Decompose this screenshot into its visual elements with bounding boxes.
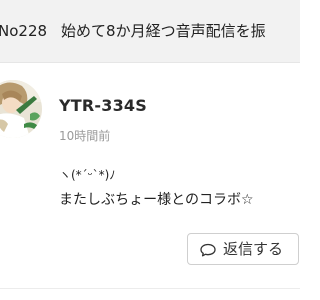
comment-text-line: ヽ(*´ᵕ`*)ﾉ — [59, 168, 116, 182]
divider — [0, 288, 300, 289]
comment-body: ヽ(*´ᵕ`*)ﾉ またしぶちょー様とのコラボ☆ — [59, 166, 299, 212]
episode-number: No228 — [0, 22, 48, 40]
episode-title: 始めて8か月経つ音声配信を振 — [61, 22, 266, 40]
avatar[interactable] — [0, 80, 42, 138]
comment-author[interactable]: YTR-334S — [59, 96, 147, 116]
speech-bubble-icon — [200, 242, 216, 257]
comment-text-line: またしぶちょー様とのコラボ☆ — [59, 192, 254, 208]
episode-heading: No228 始めて8か月経つ音声配信を振 — [0, 21, 266, 41]
comment-page: No228 始めて8か月経つ音声配信を振 YTR-334S 10時間前 ヽ(*´ᵕ — [0, 0, 300, 300]
reply-button[interactable]: 返信する — [187, 233, 299, 265]
reply-label: 返信する — [223, 240, 284, 258]
avatar-illustration-icon — [0, 80, 42, 138]
episode-header[interactable]: No228 始めて8か月経つ音声配信を振 — [0, 0, 300, 63]
comment-timestamp: 10時間前 — [59, 129, 111, 143]
